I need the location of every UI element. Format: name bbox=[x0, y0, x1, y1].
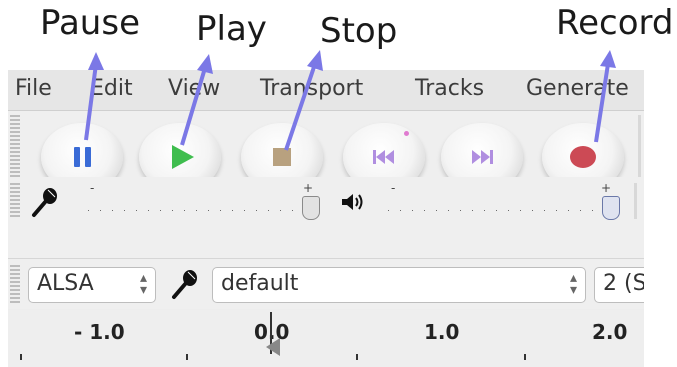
menu-file[interactable]: File bbox=[15, 76, 52, 101]
output-slider-min: - bbox=[391, 181, 396, 195]
microphone-icon bbox=[32, 188, 57, 217]
menu-view[interactable]: View bbox=[168, 76, 220, 101]
pause-icon bbox=[73, 147, 91, 167]
recording-channels-value: 2 (S bbox=[603, 271, 644, 296]
menu-bar: File Edit View Transport Tracks Generate bbox=[8, 70, 644, 111]
input-slider-min: - bbox=[90, 181, 95, 195]
audacity-window: File Edit View Transport Tracks Generate bbox=[8, 70, 644, 367]
skip-to-end-icon bbox=[472, 150, 493, 164]
stop-icon bbox=[273, 148, 291, 166]
annotation-pause: Pause bbox=[40, 3, 140, 43]
recording-device-value: default bbox=[221, 271, 299, 296]
audio-host-value: ALSA bbox=[37, 271, 94, 296]
output-volume-slider[interactable] bbox=[388, 201, 614, 211]
ruler-label: - 1.0 bbox=[74, 320, 125, 344]
output-slider-max: + bbox=[601, 181, 612, 195]
ruler-label: 2.0 bbox=[592, 320, 628, 344]
status-led bbox=[404, 131, 409, 136]
mixer-toolbar: - + - + bbox=[8, 177, 644, 227]
input-volume-thumb[interactable] bbox=[302, 196, 320, 220]
mixer-divider bbox=[634, 183, 637, 219]
mixer-grip[interactable] bbox=[10, 183, 20, 219]
ruler-tick bbox=[524, 354, 526, 360]
stop-arrowhead-icon bbox=[307, 50, 323, 71]
ruler-label: 1.0 bbox=[424, 320, 460, 344]
menu-generate[interactable]: Generate bbox=[526, 76, 629, 101]
annotation-play: Play bbox=[196, 9, 267, 49]
spin-arrows-icon: ▴ ▾ bbox=[569, 270, 577, 298]
microphone-icon bbox=[172, 270, 197, 299]
audio-host-select[interactable]: ALSA ▴ ▾ bbox=[28, 267, 156, 303]
record-arrowhead-icon bbox=[600, 50, 616, 68]
ruler-tick bbox=[356, 354, 358, 360]
recording-device-select[interactable]: default ▴ ▾ bbox=[212, 267, 586, 303]
input-volume-slider[interactable] bbox=[88, 201, 314, 211]
record-icon bbox=[570, 146, 596, 168]
ruler-tick bbox=[186, 354, 188, 360]
speaker-icon bbox=[342, 194, 363, 210]
menu-edit[interactable]: Edit bbox=[90, 76, 133, 101]
menu-transport[interactable]: Transport bbox=[260, 76, 363, 101]
device-grip[interactable] bbox=[10, 265, 20, 303]
device-toolbar: ALSA ▴ ▾ default ▴ ▾ 2 (S bbox=[8, 258, 644, 309]
spin-arrows-icon: ▴ ▾ bbox=[139, 270, 147, 298]
ruler-tick bbox=[20, 354, 22, 360]
play-icon bbox=[171, 145, 194, 169]
output-volume-thumb[interactable] bbox=[602, 196, 620, 220]
annotation-record: Record bbox=[556, 3, 674, 43]
recording-channels-select[interactable]: 2 (S bbox=[594, 267, 644, 303]
skip-to-start-icon bbox=[373, 150, 394, 164]
menu-tracks[interactable]: Tracks bbox=[415, 76, 484, 101]
annotation-stop: Stop bbox=[320, 11, 398, 51]
pause-arrowhead-icon bbox=[88, 52, 104, 70]
timeline-ruler[interactable]: - 1.0 0.0 1.0 2.0 bbox=[8, 310, 644, 367]
playhead-marker-icon[interactable] bbox=[266, 338, 280, 356]
input-slider-max: + bbox=[303, 181, 314, 195]
